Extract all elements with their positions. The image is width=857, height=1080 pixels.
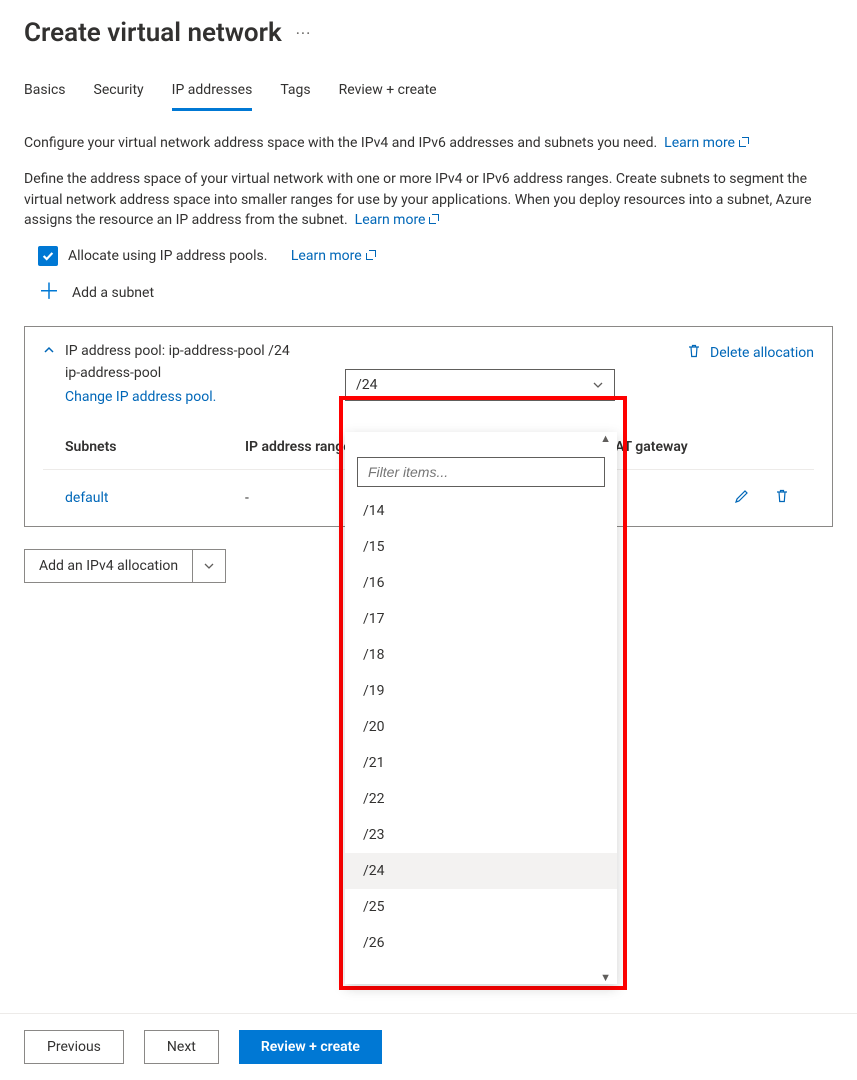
trash-icon [686,343,702,363]
tab-security[interactable]: Security [94,76,144,111]
delete-allocation-label: Delete allocation [710,345,814,361]
add-subnet-button[interactable]: ＋ Add a subnet [38,282,833,304]
prefix-select[interactable]: /24 [345,369,615,401]
next-button[interactable]: Next [144,1030,219,1064]
dropdown-option[interactable]: /14 [345,493,617,529]
dropdown-list[interactable]: /14/15/16/17/18/19/20/21/22/23/24/25/26 [345,493,617,971]
delete-subnet-button[interactable] [774,488,814,508]
learn-more-link-1[interactable]: Learn more [664,135,749,151]
dropdown-option[interactable]: /17 [345,601,617,637]
wizard-footer: Previous Next Review + create [0,1013,857,1080]
add-ipv4-label: Add an IPv4 allocation [25,550,192,582]
dropdown-option[interactable]: /24 [345,853,617,889]
delete-allocation-button[interactable]: Delete allocation [686,343,814,363]
change-pool-link[interactable]: Change IP address pool. [65,389,345,405]
tab-basics[interactable]: Basics [24,76,66,111]
learn-more-link-3[interactable]: Learn more [291,248,376,264]
dropdown-filter-input[interactable] [357,457,605,487]
add-subnet-label: Add a subnet [72,285,154,301]
page-title: Create virtual network [24,18,282,48]
dropdown-option[interactable]: /18 [345,637,617,673]
plus-icon: ＋ [38,282,60,304]
allocation-title: IP address pool: ip-address-pool /24 [65,343,290,359]
previous-button[interactable]: Previous [24,1030,124,1064]
add-ipv4-allocation-button[interactable]: Add an IPv4 allocation [24,549,226,583]
chevron-down-icon [203,560,215,572]
dropdown-option[interactable]: /21 [345,745,617,781]
subnet-name-link[interactable]: default [65,490,245,506]
tab-review-create[interactable]: Review + create [339,76,437,111]
intro-text-1: Configure your virtual network address s… [24,133,833,153]
collapse-icon[interactable] [43,344,55,359]
intro-text-2: Define the address space of your virtual… [24,169,833,230]
dropdown-option[interactable]: /23 [345,817,617,853]
pool-name-label: ip-address-pool [65,365,345,381]
allocate-pools-checkbox[interactable] [38,246,58,266]
scroll-up-arrow[interactable]: ▲ [345,432,617,445]
dropdown-option[interactable]: /22 [345,781,617,817]
add-ipv4-caret[interactable] [193,550,225,582]
prefix-selected-value: /24 [356,377,378,393]
tab-ip-addresses[interactable]: IP addresses [172,76,253,111]
dropdown-option[interactable]: /19 [345,673,617,709]
col-subnets: Subnets [65,439,245,455]
dropdown-option[interactable]: /15 [345,529,617,565]
scroll-down-arrow[interactable]: ▼ [345,971,617,984]
learn-more-link-2[interactable]: Learn more [355,212,440,228]
prefix-dropdown: ▲ /14/15/16/17/18/19/20/21/22/23/24/25/2… [345,432,617,984]
dropdown-option[interactable]: /25 [345,889,617,925]
edit-subnet-button[interactable] [734,488,774,508]
dropdown-option[interactable]: /26 [345,925,617,961]
tab-tags[interactable]: Tags [280,76,310,111]
tab-bar: Basics Security IP addresses Tags Review + c… [24,76,833,111]
intro1-body: Configure your virtual network address s… [24,135,657,151]
chevron-down-icon [592,379,604,391]
allocate-pools-label: Allocate using IP address pools. [68,248,267,264]
review-create-button[interactable]: Review + create [239,1030,382,1064]
more-icon[interactable]: ··· [296,24,312,43]
dropdown-option[interactable]: /16 [345,565,617,601]
dropdown-option[interactable]: /20 [345,709,617,745]
